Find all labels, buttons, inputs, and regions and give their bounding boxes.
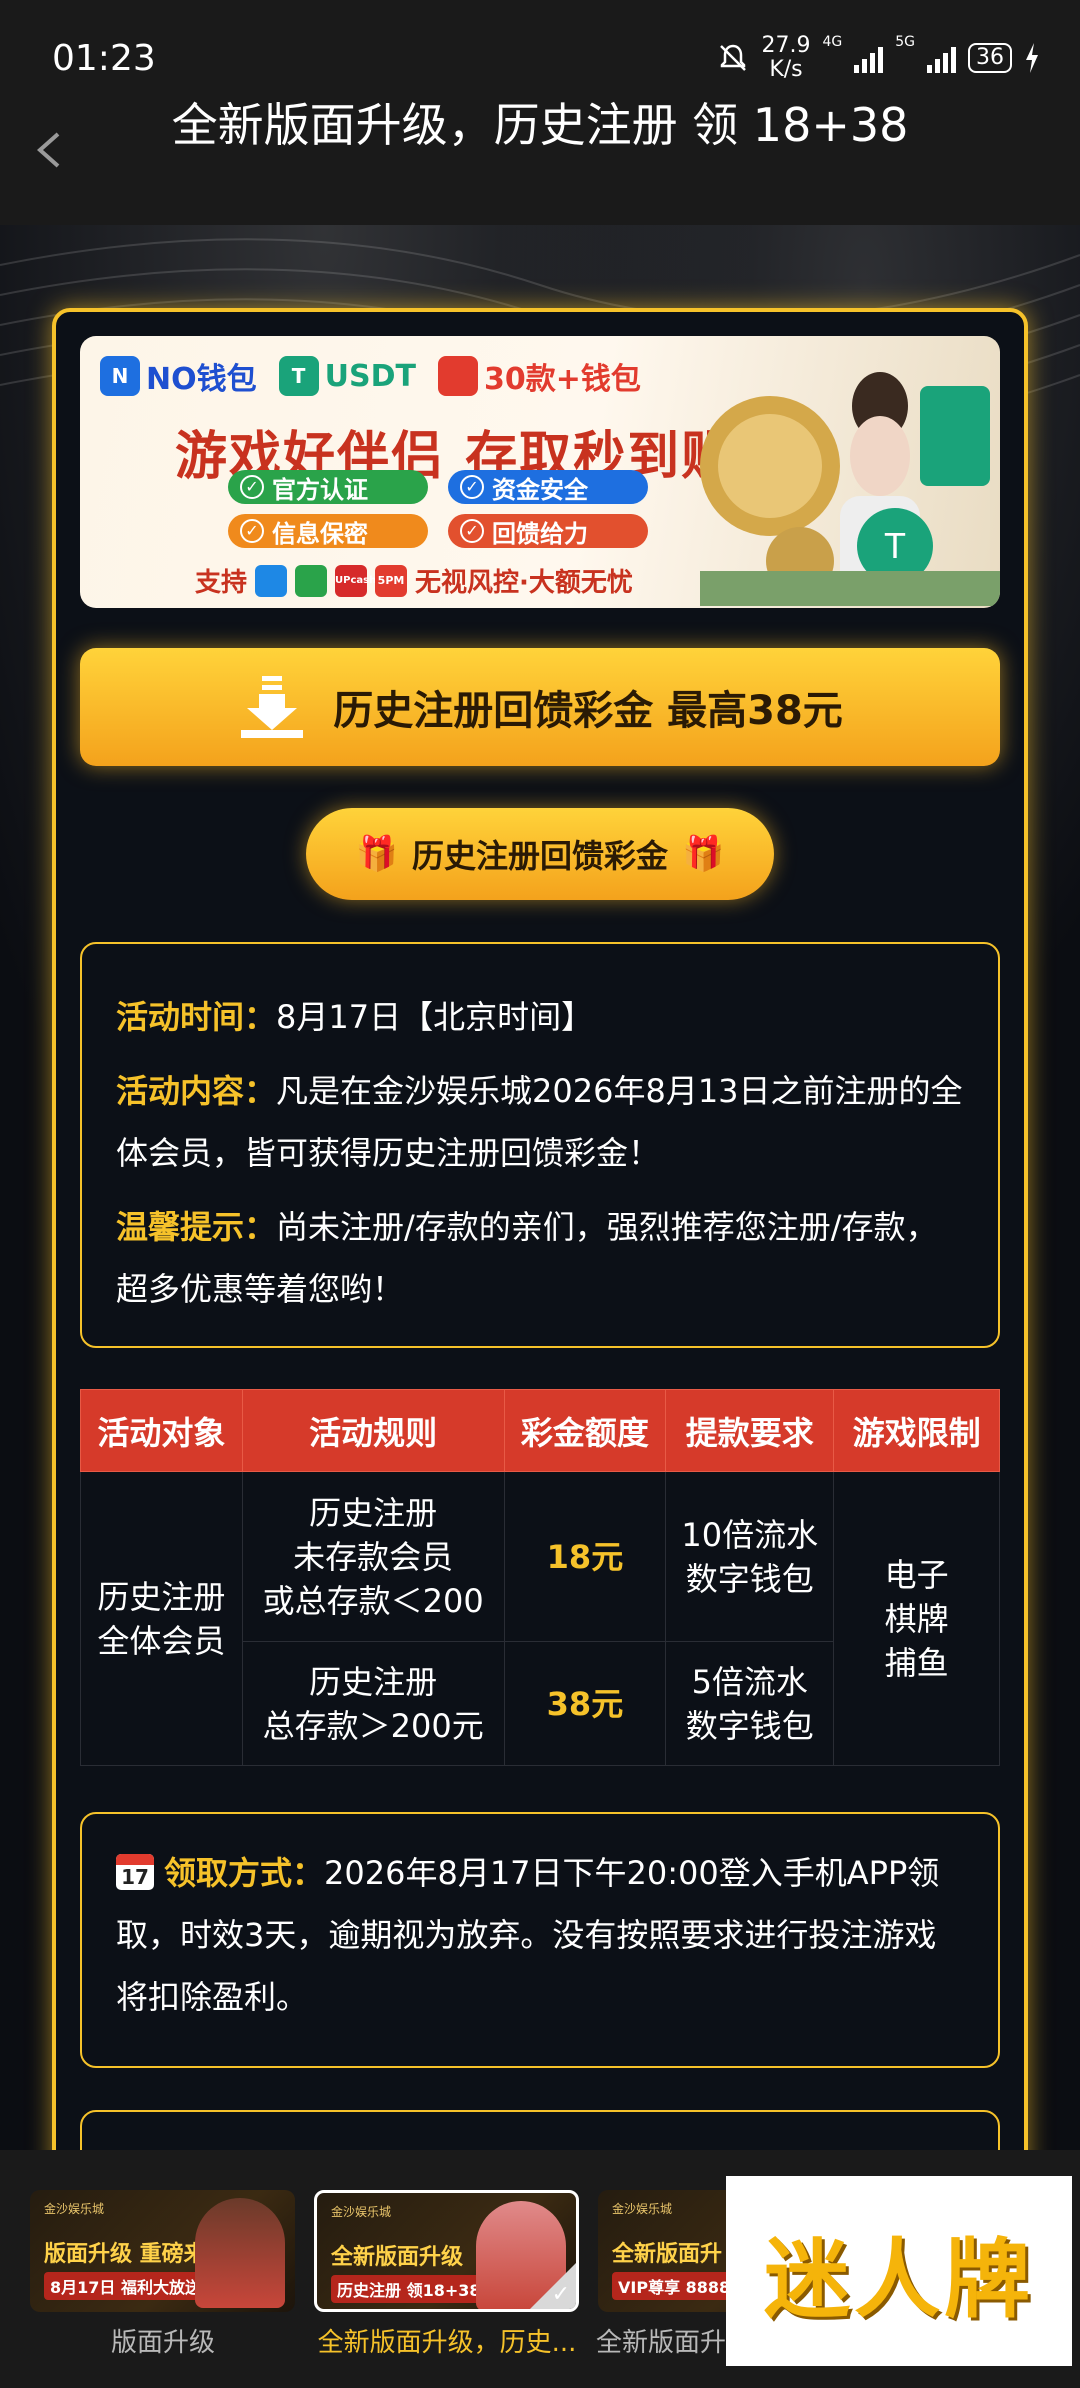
charging-icon bbox=[1026, 43, 1038, 73]
status-time: 01:23 bbox=[52, 38, 156, 79]
banner-bottom-tag: 无视风控·大额无忧 bbox=[415, 568, 633, 598]
net-speed: 27.9 K/s bbox=[761, 34, 810, 82]
activity-content-label: 活动内容： bbox=[116, 1072, 277, 1110]
gift-icon: 🎁 bbox=[682, 834, 725, 874]
history-register-rebate-button[interactable]: 历史注册回馈彩金 最高38元 bbox=[80, 648, 1000, 766]
wallet-usdt: T USDT bbox=[278, 356, 416, 396]
thumbnail-item-selected[interactable]: 金沙娱乐城 全新版面升级 历史注册 领18+38元 ✓ bbox=[314, 2190, 579, 2312]
thumb-tag: 8月17日 福利大放送 bbox=[44, 2272, 207, 2300]
alipay-icon bbox=[255, 564, 288, 597]
pill-safe: ✓ 资金安全 bbox=[448, 470, 648, 504]
pill-label: 官方认证 bbox=[272, 475, 368, 504]
pill-label: 回馈给力 bbox=[492, 519, 588, 548]
pay-5pm-icon: 5PM bbox=[375, 564, 408, 597]
calendar-day: 17 bbox=[121, 1865, 149, 1889]
pill-privacy: ✓ 信息保密 bbox=[228, 514, 428, 548]
wechat-icon bbox=[295, 564, 328, 597]
banner-pills: ✓ 官方认证 ✓ 资金安全 ✓ 信息保密 ✓ 回馈给力 bbox=[228, 470, 648, 548]
activity-time-label: 活动时间： bbox=[116, 998, 277, 1036]
table-cell-rule: 历史注册 总存款＞200元 bbox=[241, 1641, 505, 1766]
table-cell-requirement: 10倍流水 数字钱包 bbox=[665, 1471, 835, 1642]
thumbnail-item[interactable]: 金沙娱乐城 版面升级 重磅来袭 8月17日 福利大放送 bbox=[30, 2190, 295, 2312]
back-arrow-icon[interactable] bbox=[30, 130, 70, 170]
download-icon bbox=[241, 676, 304, 738]
activity-content: 活动内容：凡是在金沙娱乐城2026年8月13日之前注册的全体会员，皆可获得历史注… bbox=[116, 1060, 964, 1184]
table-header: 活动对象 bbox=[80, 1389, 243, 1472]
thumb-brand: 金沙娱乐城 bbox=[331, 2205, 392, 2219]
table-header: 彩金额度 bbox=[503, 1389, 667, 1472]
wallet-no-label: NO钱包 bbox=[146, 362, 257, 397]
gift-icon: 🎁 bbox=[355, 834, 398, 874]
table-cell-rule: 历史注册 未存款会员 或总存款＜200 bbox=[241, 1471, 505, 1642]
watermark-text: 迷人牌 bbox=[764, 2229, 1034, 2330]
net-speed-unit: K/s bbox=[769, 57, 803, 82]
table-header: 游戏限制 bbox=[833, 1389, 1000, 1472]
check-icon: ✓ bbox=[240, 475, 264, 499]
support-label: 支持 bbox=[195, 568, 248, 598]
pill-label: 信息保密 bbox=[272, 519, 368, 548]
cta-secondary-label: 历史注册回馈彩金 bbox=[411, 837, 668, 875]
net-5g-label: 5G bbox=[895, 34, 915, 50]
activity-time-value: 8月17日【北京时间】 bbox=[276, 998, 594, 1036]
check-icon: ✓ bbox=[240, 519, 264, 543]
mute-bell-icon bbox=[720, 44, 747, 71]
table-cell-amount: 38元 bbox=[503, 1641, 667, 1766]
table-header: 活动规则 bbox=[241, 1389, 505, 1472]
rules-table: 活动对象 活动规则 彩金额度 提款要求 游戏限制 历史注册 全体会员 历史注册 … bbox=[80, 1389, 1000, 1766]
banner-bottom: 支持 UPcash 5PM 无视风控·大额无忧 bbox=[195, 562, 633, 599]
rebate-tag-button[interactable]: 🎁 历史注册回馈彩金 🎁 bbox=[306, 808, 774, 900]
claim-label: 领取方式： bbox=[164, 1854, 325, 1892]
banner-wallet-row: N NO钱包 T USDT 30款+钱包 bbox=[100, 354, 641, 398]
battery-icon: 36 bbox=[968, 43, 1012, 73]
status-icons: 27.9 K/s 4G 5G 36 bbox=[717, 34, 1040, 82]
coins-model-illustration: T bbox=[700, 372, 1000, 606]
signal-icon bbox=[854, 43, 884, 73]
thumb-headline: 全新版面升级 bbox=[331, 2245, 464, 2270]
thumbnail-caption[interactable]: 版面升级 bbox=[28, 2322, 298, 2359]
thumbnail-caption[interactable]: 全新版面升级，历史... bbox=[312, 2322, 582, 2359]
watermark-logo: 迷人牌 bbox=[726, 2176, 1072, 2366]
cta-primary-label: 历史注册回馈彩金 最高38元 bbox=[333, 688, 843, 734]
table-header-row: 活动对象 活动规则 彩金额度 提款要求 游戏限制 bbox=[80, 1389, 1000, 1472]
unionpay-icon: UPcash bbox=[335, 564, 376, 597]
wallet-30-label: 30款+钱包 bbox=[483, 362, 641, 397]
net-4g-label: 4G bbox=[822, 34, 843, 50]
net-speed-value: 27.9 bbox=[761, 33, 811, 58]
check-icon: ✓ bbox=[460, 475, 484, 499]
thumb-brand: 金沙娱乐城 bbox=[612, 2202, 673, 2216]
no-wallet-logo-icon: N bbox=[100, 356, 140, 396]
activity-tip-label: 温馨提示： bbox=[116, 1208, 277, 1246]
table-cell-requirement: 5倍流水 数字钱包 bbox=[665, 1641, 835, 1766]
table-cell-games: 电子 棋牌 捕鱼 bbox=[833, 1471, 1000, 1766]
usdt-logo-icon: T bbox=[278, 356, 319, 396]
thumb-headline: 全新版面升 bbox=[612, 2242, 723, 2267]
activity-time: 活动时间：8月17日【北京时间】 bbox=[116, 986, 964, 1048]
pill-rebate: ✓ 回馈给力 bbox=[448, 514, 648, 548]
activity-info-box: 活动时间：8月17日【北京时间】 活动内容：凡是在金沙娱乐城2026年8月13日… bbox=[80, 942, 1000, 1348]
wallet-usdt-label: USDT bbox=[324, 358, 416, 394]
thumb-brand: 金沙娱乐城 bbox=[44, 2202, 105, 2216]
calendar-icon: 17 bbox=[116, 1854, 154, 1890]
pill-label: 资金安全 bbox=[492, 475, 588, 504]
claim-method-box: 17 领取方式：2026年8月17日下午20:00登入手机APP领取，时效3天，逾… bbox=[80, 1812, 1000, 2068]
table-cell-target: 历史注册 全体会员 bbox=[80, 1471, 243, 1766]
pill-official: ✓ 官方认证 bbox=[228, 470, 428, 504]
signal-icon-2 bbox=[927, 43, 956, 73]
table-row: 历史注册 全体会员 历史注册 未存款会员 或总存款＜200 18元 10倍流水 … bbox=[80, 1471, 1000, 1766]
wallet-30: 30款+钱包 bbox=[437, 354, 641, 398]
page-title: 全新版面升级，历史注册 领 18+38 bbox=[171, 98, 909, 152]
check-icon: ✓ bbox=[460, 519, 484, 543]
model-figure bbox=[195, 2198, 285, 2308]
wallet-icon bbox=[437, 356, 478, 396]
activity-tip: 温馨提示：尚未注册/存款的亲们，强烈推荐您注册/存款，超多优惠等着您哟！ bbox=[116, 1196, 964, 1320]
table-header: 提款要求 bbox=[665, 1389, 835, 1472]
svg-text:T: T bbox=[884, 525, 906, 566]
promo-banner[interactable]: N NO钱包 T USDT 30款+钱包 游戏好伴侣 存取秒到账 ✓ 官方认证 ✓ 资金… bbox=[80, 336, 1000, 608]
table-cell-amount: 18元 bbox=[503, 1471, 667, 1642]
wallet-no: N NO钱包 bbox=[100, 354, 257, 398]
